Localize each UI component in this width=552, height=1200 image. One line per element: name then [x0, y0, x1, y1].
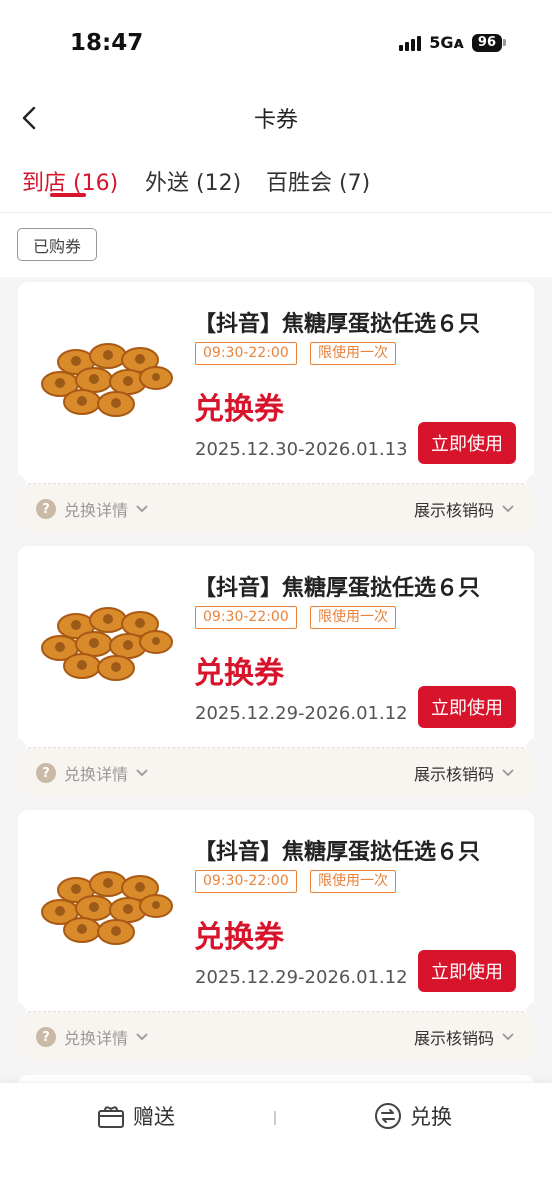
exchange-label: 兑换 — [410, 1105, 452, 1129]
gift-button[interactable]: 赠送 — [97, 1101, 175, 1131]
signal-icon — [399, 35, 422, 51]
tab-bar: 到店 (16) 外送 (12) 百胜会 (7) — [0, 145, 552, 213]
show-code-label: 展示核销码 — [413, 1029, 494, 1048]
status-bar: 18:47 5Gᴀ 96 — [0, 0, 552, 90]
egg-tart-image — [41, 607, 173, 681]
card-footer: ? 兑换详情 展示核销码 — [18, 748, 534, 796]
card-footer: ? 兑换详情 展示核销码 — [18, 484, 534, 532]
limit-tag: 限使用一次 — [310, 870, 396, 893]
coupon-card: 【抖音】焦糖厚蛋挞任选６只 09:30-22:00 限使用一次 兑换券 2025… — [18, 282, 534, 532]
page-title: 卡券 — [253, 108, 298, 133]
exchange-icon — [375, 1103, 401, 1129]
network-label: 5Gᴀ — [429, 33, 464, 52]
time-tag: 09:30-22:00 — [195, 870, 297, 893]
use-now-button[interactable]: 立即使用 — [418, 686, 516, 728]
battery-level: 96 — [471, 33, 502, 52]
coupon-type: 兑换券 — [194, 920, 284, 955]
tab-active-indicator — [50, 193, 86, 197]
card-footer: ? 兑换详情 展示核销码 — [18, 1012, 534, 1060]
coupon-date: 2025.12.29-2026.01.12 — [195, 703, 408, 724]
coupon-date: 2025.12.30-2026.01.13 — [195, 439, 408, 460]
show-code-toggle[interactable]: 展示核销码 — [414, 761, 514, 785]
purchased-filter-chip[interactable]: 已购券 — [17, 228, 97, 261]
time-tag: 09:30-22:00 — [195, 606, 297, 629]
battery-icon: 96 — [471, 33, 506, 52]
coupon-date: 2025.12.29-2026.01.12 — [195, 967, 408, 988]
status-time: 18:47 — [70, 30, 144, 56]
coupon-title: 【抖音】焦糖厚蛋挞任选６只 — [194, 576, 481, 601]
gift-icon — [98, 1106, 124, 1128]
bottom-action-bar: 赠送 兑换 — [0, 1083, 552, 1200]
gift-label: 赠送 — [133, 1105, 175, 1129]
status-indicators: 5Gᴀ 96 — [399, 33, 506, 52]
limit-tag: 限使用一次 — [310, 342, 396, 365]
egg-tart-image — [41, 871, 173, 945]
time-tag: 09:30-22:00 — [195, 342, 297, 365]
show-code-label: 展示核销码 — [413, 501, 494, 520]
coupon-title: 【抖音】焦糖厚蛋挞任选６只 — [194, 840, 481, 865]
chevron-down-icon — [136, 1033, 148, 1041]
egg-tart-image — [41, 343, 173, 417]
chevron-down-icon — [502, 1033, 514, 1041]
question-icon: ? — [36, 499, 56, 519]
exchange-button[interactable]: 兑换 — [374, 1101, 452, 1131]
tab-delivery[interactable]: 外送 (12) — [145, 165, 241, 197]
redeem-details-label: 兑换详情 — [64, 501, 129, 520]
divider — [28, 483, 524, 484]
chevron-down-icon — [136, 769, 148, 777]
show-code-toggle[interactable]: 展示核销码 — [414, 497, 514, 521]
question-icon: ? — [36, 1027, 56, 1047]
filter-row: 已购券 — [0, 213, 552, 277]
show-code-toggle[interactable]: 展示核销码 — [414, 1025, 514, 1049]
chevron-down-icon — [502, 505, 514, 513]
chevron-down-icon — [502, 769, 514, 777]
coupon-type: 兑换券 — [194, 656, 284, 691]
coupon-card: 【抖音】焦糖厚蛋挞任选６只 09:30-22:00 限使用一次 兑换券 2025… — [18, 546, 534, 796]
tab-membership[interactable]: 百胜会 (7) — [266, 165, 370, 197]
limit-tag: 限使用一次 — [310, 606, 396, 629]
coupon-card: 【抖音】焦糖厚蛋挞任选６只 09:30-22:00 限使用一次 兑换券 2025… — [18, 810, 534, 1060]
coupon-type: 兑换券 — [194, 392, 284, 427]
redeem-details-toggle[interactable]: ? 兑换详情 — [36, 761, 148, 785]
chevron-down-icon — [136, 505, 148, 513]
nav-header: 卡券 — [0, 90, 552, 145]
question-icon: ? — [36, 763, 56, 783]
redeem-details-label: 兑换详情 — [64, 765, 129, 784]
show-code-label: 展示核销码 — [413, 765, 494, 784]
use-now-button[interactable]: 立即使用 — [418, 422, 516, 464]
redeem-details-toggle[interactable]: ? 兑换详情 — [36, 1025, 148, 1049]
use-now-button[interactable]: 立即使用 — [418, 950, 516, 992]
divider — [28, 747, 524, 748]
redeem-details-label: 兑换详情 — [64, 1029, 129, 1048]
coupon-title: 【抖音】焦糖厚蛋挞任选６只 — [194, 312, 481, 337]
divider — [28, 1011, 524, 1012]
redeem-details-toggle[interactable]: ? 兑换详情 — [36, 497, 148, 521]
divider — [274, 1111, 276, 1125]
